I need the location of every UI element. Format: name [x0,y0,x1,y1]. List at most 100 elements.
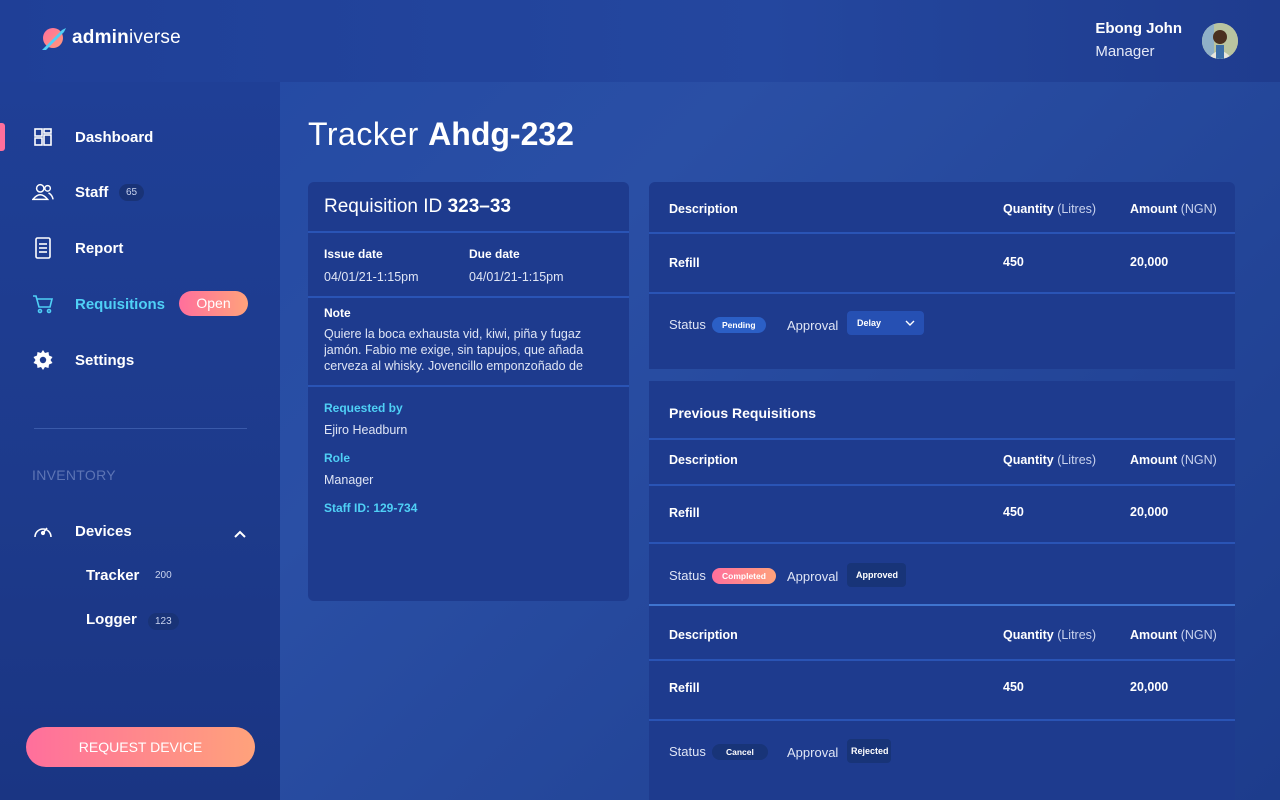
note-section: Note Quiere la boca exhausta vid, kiwi, … [308,298,629,387]
previous-requisitions-title: Previous Requisitions [669,405,817,421]
sidebar-item-settings[interactable]: Settings [32,346,134,374]
user-name: Ebong John [1095,20,1182,37]
requisition-id-value: 323–33 [447,196,511,217]
role-label: Role [324,451,351,465]
sidebar-subitem-tracker[interactable]: Tracker [86,567,139,584]
sidebar: Dashboard Staff 65 Report Requisitions O… [0,82,280,800]
status-badge-pending: Pending [712,317,766,333]
description-cell: Refill [669,256,700,270]
sidebar-divider [34,428,247,429]
due-date-value: 04/01/21-1:15pm [469,270,564,284]
status-badge-cancel: Cancel [712,744,768,760]
page-title-prefix: Tracker [308,116,429,152]
amount-header: Amount (NGN) [1130,628,1217,642]
quantity-header: Quantity (Litres) [1003,453,1097,467]
note-text: Quiere la boca exhausta vid, kiwi, piña … [324,327,584,373]
top-bar: adminiverse Ebong John Manager [0,0,1280,82]
amount-cell: 20,000 [1130,255,1169,269]
requisition-card: Requisition ID 323–33 Issue date 04/01/2… [308,182,629,601]
sidebar-item-label: Dashboard [75,128,154,146]
approval-label: Approval [787,318,839,333]
chevron-down-icon [905,320,915,326]
table-header-row: Description Quantity (Litres) Amount (NG… [649,606,1235,661]
description-header: Description [669,453,738,467]
report-icon [32,237,54,259]
description-header: Description [669,202,738,216]
issue-date-value: 04/01/21-1:15pm [324,270,419,284]
sidebar-subitem-label: Tracker [86,567,140,584]
current-requisition-panel: Description Quantity (Litres) Amount (NG… [649,182,1235,369]
sidebar-item-label: Settings [75,351,135,369]
chevron-up-icon[interactable] [232,526,248,542]
table-row[interactable]: Refill 450 20,000 [649,234,1235,294]
staff-count-badge: 65 [119,184,145,201]
issue-date-label: Issue date [324,247,383,261]
previous-requisitions-panel: Previous Requisitions Description Quanti… [649,381,1235,800]
requested-by-value: Ejiro Headburn [324,423,408,437]
gauge-icon [32,520,54,542]
previous-title-row: Previous Requisitions [649,381,1235,440]
sidebar-item-report[interactable]: Report [32,234,123,262]
request-device-button[interactable]: REQUEST DEVICE [26,727,255,767]
amount-cell: 20,000 [1130,505,1169,519]
quantity-cell: 450 [1003,680,1024,694]
requested-by-label: Requested by [324,401,403,415]
description-cell: Refill [669,681,700,695]
open-badge: Open [179,291,248,316]
role-value: Manager [324,473,374,487]
approval-label: Approval [787,569,839,584]
requisition-header: Requisition ID 323–33 [308,182,629,233]
table-row[interactable]: Refill 450 20,000 [649,486,1235,544]
gear-icon [32,349,54,371]
sidebar-item-requisitions[interactable]: Requisitions Open [32,290,248,318]
tracker-count-badge: 200 [155,570,172,581]
avatar[interactable] [1202,23,1238,59]
status-label: Status [669,317,706,332]
status-label: Status [669,568,706,583]
staff-id: Staff ID: 129-734 [324,501,418,515]
approval-dropdown[interactable]: Delay [847,311,924,335]
approval-dropdown-value: Delay [857,318,882,328]
description-cell: Refill [669,506,700,520]
requisition-id-label: Requisition ID [324,196,448,217]
approval-label: Approval [787,745,839,760]
sidebar-subitem-label: Logger [86,611,137,628]
active-indicator [0,123,5,151]
sidebar-item-label: Devices [75,522,132,540]
amount-header: Amount (NGN) [1130,453,1217,467]
approval-status-approved: Approved [847,563,906,587]
approval-status-rejected: Rejected [847,739,891,763]
user-info[interactable]: Ebong John Manager [1095,20,1182,60]
sidebar-item-label: Requisitions [75,295,166,313]
description-header: Description [669,628,738,642]
inventory-heading: INVENTORY [32,467,116,483]
avatar-image [1202,23,1238,59]
amount-header: Amount (NGN) [1130,202,1217,216]
page-title: Tracker Ahdg-232 [308,116,574,153]
status-label: Status [669,744,706,759]
sidebar-item-staff[interactable]: Staff 65 [32,178,145,206]
sidebar-item-devices[interactable]: Devices [32,517,132,545]
requester-section: Requested by Ejiro Headburn Role Manager… [308,387,629,515]
table-header-row: Description Quantity (Litres) Amount (NG… [649,440,1235,486]
user-role: Manager [1095,43,1155,60]
quantity-header: Quantity (Litres) [1003,628,1097,642]
sidebar-item-label: Staff [75,183,109,201]
due-date-label: Due date [469,247,520,261]
cart-icon [32,293,54,315]
logo-icon [42,28,66,50]
page-title-id: Ahdg-232 [428,116,574,152]
sidebar-item-dashboard[interactable]: Dashboard [32,123,153,151]
sidebar-subitem-logger[interactable]: Logger [86,611,137,628]
brand-logo[interactable]: adminiverse [40,24,181,52]
table-header-row: Description Quantity (Litres) Amount (NG… [649,182,1235,234]
sidebar-item-label: Report [75,239,124,257]
logger-count-badge: 123 [148,613,179,630]
quantity-header: Quantity (Litres) [1003,202,1097,216]
staff-icon [32,181,54,203]
amount-cell: 20,000 [1130,680,1169,694]
dashboard-icon [32,126,54,148]
status-row [649,721,1235,800]
quantity-cell: 450 [1003,505,1024,519]
table-row[interactable]: Refill 450 20,000 [649,661,1235,721]
